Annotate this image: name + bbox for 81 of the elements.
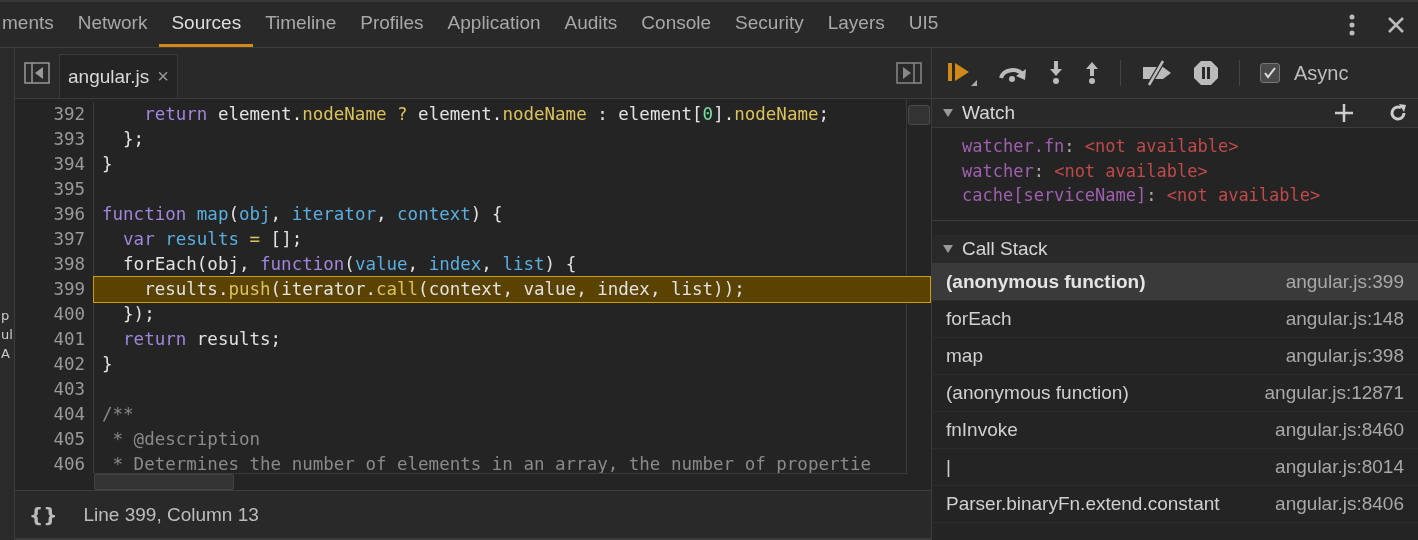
- code-line: };: [122, 128, 146, 151]
- async-checkbox[interactable]: [1260, 63, 1280, 83]
- panel-tab[interactable]: ments: [0, 2, 66, 47]
- panel-tab[interactable]: Security: [723, 2, 816, 47]
- line-number: 401: [15, 327, 94, 352]
- cursor-position: Line 399, Column 13: [83, 503, 259, 526]
- code-line: /**: [101, 403, 135, 426]
- expanded-triangle-icon[interactable]: [942, 107, 954, 119]
- frame-location[interactable]: angular.js:398: [1285, 344, 1404, 367]
- section-title: Watch: [962, 102, 1017, 124]
- line-number: 400: [15, 302, 94, 327]
- expanded-triangle-icon[interactable]: [942, 242, 954, 255]
- frame-location[interactable]: angular.js:8406: [1275, 492, 1404, 515]
- code-line: * Determines the number of elements in an array, the number of propertie: [111, 453, 873, 473]
- deactivate-breakpoints-icon[interactable]: [1141, 60, 1173, 86]
- watch-expression[interactable]: watcher: <not available>: [962, 158, 1418, 183]
- file-tab[interactable]: angular.js ×: [59, 54, 179, 98]
- line-number: 397: [15, 227, 94, 252]
- function-name: map: [946, 344, 983, 367]
- panel-tab[interactable]: Profiles: [348, 2, 436, 47]
- line-number: 395: [15, 177, 94, 202]
- close-icon[interactable]: [1387, 15, 1405, 34]
- panel-tab[interactable]: Audits: [552, 2, 630, 47]
- pause-on-exceptions-icon[interactable]: [1193, 60, 1219, 86]
- navigator-item[interactable]: A: [0, 345, 14, 361]
- function-name: |: [946, 455, 951, 478]
- line-number: 396: [15, 202, 94, 227]
- line-number: 402: [15, 352, 94, 377]
- line-number: 404: [15, 402, 94, 427]
- toggle-navigator-icon[interactable]: [24, 62, 50, 84]
- call-stack-header[interactable]: Call Stack: [932, 234, 1418, 264]
- code-line: var results = [];: [122, 228, 304, 251]
- more-options-icon[interactable]: [1349, 13, 1355, 36]
- function-name: Parser.binaryFn.extend.constant: [946, 492, 1220, 515]
- call-frame[interactable]: (anonymous function) angular.js:399: [932, 263, 1418, 301]
- panel-tab[interactable]: Console: [629, 2, 724, 47]
- watch-expression[interactable]: cache[serviceName]: <not available>: [962, 183, 1418, 208]
- code-line: forEach(obj, function(value, index, list) {: [122, 253, 578, 276]
- pretty-print-button[interactable]: {}: [29, 502, 58, 527]
- code-line: });: [122, 303, 156, 326]
- resume-icon[interactable]: [948, 60, 978, 86]
- panel-tab[interactable]: Layers: [815, 2, 897, 47]
- navigator-item[interactable]: ul: [0, 326, 14, 342]
- close-tab-button[interactable]: ×: [157, 65, 170, 88]
- scrollbar-thumb[interactable]: [908, 105, 930, 125]
- frame-location[interactable]: angular.js:8460: [1275, 418, 1404, 441]
- toggle-debugger-icon[interactable]: [896, 62, 922, 84]
- line-number: 392: [15, 102, 94, 127]
- frame-location[interactable]: angular.js:399: [1285, 270, 1404, 293]
- add-icon[interactable]: [1334, 103, 1354, 123]
- refresh-icon[interactable]: [1388, 103, 1408, 123]
- function-name: fnInvoke: [946, 418, 1018, 441]
- section-title: Call Stack: [962, 237, 1049, 260]
- function-name: forEach: [946, 307, 1012, 330]
- function-name: (anonymous function): [946, 381, 1129, 404]
- function-name: (anonymous function): [946, 270, 1146, 293]
- line-number: 394: [15, 152, 94, 177]
- navigator-item[interactable]: p: [0, 307, 14, 323]
- code-line: return element.nodeName ? element.nodeName : element[0].nodeName;: [143, 103, 831, 126]
- frame-location[interactable]: angular.js:148: [1285, 307, 1404, 330]
- panel-tab[interactable]: UI5: [896, 2, 951, 47]
- code-line: return results;: [122, 328, 283, 351]
- horizontal-scrollbar-thumb[interactable]: [94, 474, 234, 490]
- line-number: 406: [15, 452, 94, 473]
- line-number: 405: [15, 427, 94, 452]
- code-line: function map(obj, iterator, context) {: [101, 203, 504, 226]
- step-into-icon[interactable]: [1048, 61, 1064, 85]
- code-line: }: [101, 353, 114, 376]
- panel-tab[interactable]: Network: [65, 2, 160, 47]
- line-number: 403: [15, 377, 94, 402]
- line-number: 393: [15, 127, 94, 152]
- frame-location[interactable]: angular.js:8014: [1275, 455, 1404, 478]
- watch-header[interactable]: Watch: [932, 99, 1418, 128]
- code-line: * @description: [111, 428, 262, 451]
- panel-tab[interactable]: Application: [435, 2, 553, 47]
- code-line: }: [101, 153, 114, 176]
- step-out-icon[interactable]: [1084, 61, 1100, 85]
- panel-tab[interactable]: Timeline: [253, 2, 349, 47]
- watch-expression[interactable]: watcher.fn: <not available>: [962, 134, 1418, 159]
- frame-location[interactable]: angular.js:12871: [1264, 381, 1404, 404]
- async-label: Async: [1294, 61, 1349, 85]
